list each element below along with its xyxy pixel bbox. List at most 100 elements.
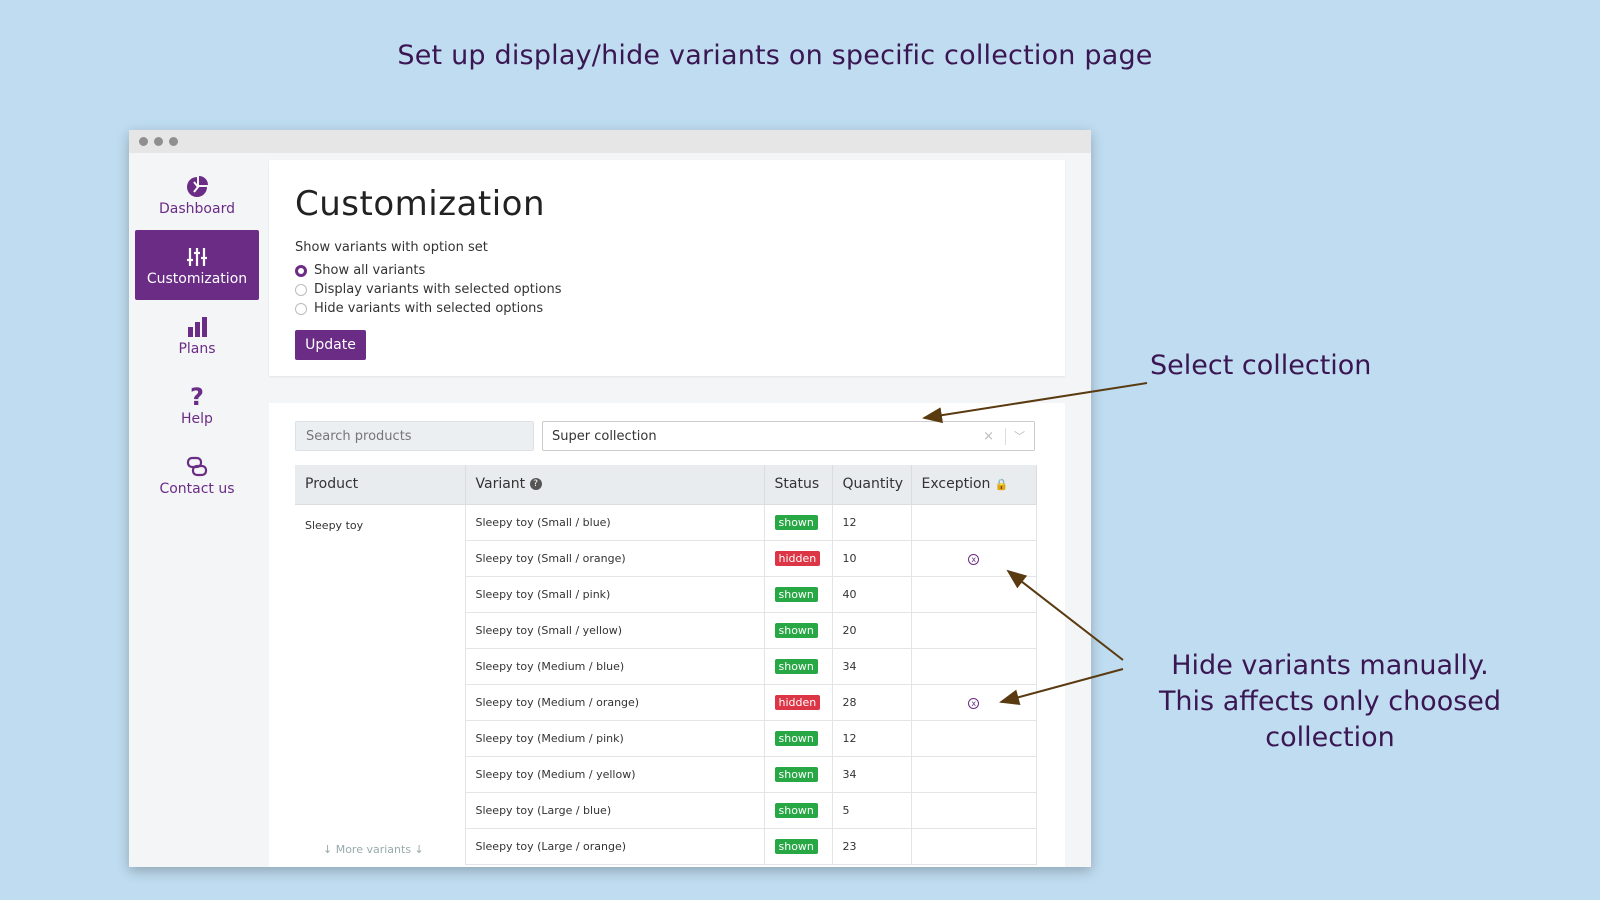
status-cell: shown <box>764 756 833 793</box>
status-cell: shown <box>764 828 833 865</box>
collection-select-value: Super collection <box>552 428 657 444</box>
variant-cell: Sleepy toy (Medium / orange) <box>465 684 765 721</box>
variant-cell: Sleepy toy (Small / pink) <box>465 576 765 613</box>
status-badge: shown <box>774 514 818 530</box>
update-button[interactable]: Update <box>295 330 366 360</box>
sidebar-item-dashboard[interactable]: Dashboard <box>135 160 259 230</box>
quantity-cell: 40 <box>832 576 912 613</box>
clear-icon[interactable]: × <box>983 429 994 444</box>
callout-line: Hide variants manually. <box>1171 650 1489 681</box>
status-cell: hidden <box>764 540 833 577</box>
exception-cell[interactable]: x <box>911 684 1037 721</box>
quantity-cell: 12 <box>832 504 912 541</box>
sidebar-item-contact[interactable]: Contact us <box>135 440 259 510</box>
sidebar-item-customization[interactable]: Customization <box>135 230 259 300</box>
option-radio-group: Show all variants Display variants with … <box>295 261 561 318</box>
sliders-icon <box>186 243 208 271</box>
quantity-cell: 23 <box>832 828 912 865</box>
status-badge: shown <box>774 730 818 746</box>
customization-card: Customization Show variants with option … <box>269 160 1065 376</box>
product-name: Sleepy toy <box>305 518 364 532</box>
bar-chart-icon <box>186 313 208 341</box>
table-row: Sleepy toy ↓ More variants ↓ Sleepy toy (S… <box>295 504 1037 864</box>
window-dot <box>154 137 163 146</box>
header-variant: Variant ? <box>465 465 765 505</box>
variant-cell: Sleepy toy (Medium / yellow) <box>465 756 765 793</box>
status-badge: shown <box>774 622 818 638</box>
exception-cell[interactable]: x <box>911 540 1037 577</box>
remove-exception-icon[interactable]: x <box>968 553 980 565</box>
header-variant-label: Variant <box>475 476 526 493</box>
pie-chart-icon <box>186 173 208 201</box>
status-cell: shown <box>764 504 833 541</box>
option-set-label: Show variants with option set <box>295 240 488 255</box>
radio-button[interactable] <box>295 302 307 315</box>
help-icon[interactable]: ? <box>529 478 542 491</box>
status-badge: shown <box>774 802 818 818</box>
header-status: Status <box>764 465 833 505</box>
header-quantity: Quantity <box>832 465 912 505</box>
select-separator <box>1005 428 1006 445</box>
exception-cell[interactable] <box>911 504 1037 541</box>
variants-card: Super collection × ﹀ Product Variant ? S… <box>269 403 1065 867</box>
status-cell: hidden <box>764 684 833 721</box>
exception-cell[interactable] <box>911 828 1037 865</box>
status-badge: shown <box>774 586 818 602</box>
header-exception: Exception 🔒 <box>911 465 1037 505</box>
sidebar: Dashboard Customization Plans ? Help Con… <box>135 160 259 510</box>
question-icon: ? <box>190 383 204 411</box>
page-title: Customization <box>295 184 546 224</box>
exception-cell[interactable] <box>911 648 1037 685</box>
search-input[interactable] <box>295 421 534 451</box>
radio-button[interactable] <box>295 264 307 277</box>
status-badge: hidden <box>774 694 821 710</box>
quantity-cell: 34 <box>832 756 912 793</box>
status-badge: shown <box>774 766 818 782</box>
status-cell: shown <box>764 612 833 649</box>
variant-cell: Sleepy toy (Large / blue) <box>465 792 765 829</box>
variant-cell: Sleepy toy (Small / yellow) <box>465 612 765 649</box>
radio-label: Show all variants <box>314 263 426 278</box>
lock-icon: 🔒 <box>994 478 1009 492</box>
sidebar-item-label: Plans <box>178 341 216 357</box>
status-cell: shown <box>764 648 833 685</box>
quantity-cell: 20 <box>832 612 912 649</box>
header-product: Product <box>295 465 466 505</box>
sidebar-item-help[interactable]: ? Help <box>135 370 259 440</box>
radio-display-selected[interactable]: Display variants with selected options <box>295 280 561 299</box>
status-badge: shown <box>774 838 818 854</box>
sidebar-item-label: Help <box>181 411 213 427</box>
radio-hide-selected[interactable]: Hide variants with selected options <box>295 299 561 318</box>
exception-cell[interactable] <box>911 576 1037 613</box>
headline: Set up display/hide variants on specific… <box>397 40 1153 71</box>
exception-cell[interactable] <box>911 612 1037 649</box>
status-cell: shown <box>764 576 833 613</box>
chevron-down-icon[interactable]: ﹀ <box>1014 428 1025 444</box>
quantity-cell: 28 <box>832 684 912 721</box>
radio-label: Display variants with selected options <box>314 282 562 297</box>
variants-table: Product Variant ? Status Quantity Except… <box>295 465 1037 865</box>
product-cell: Sleepy toy ↓ More variants ↓ <box>295 504 466 864</box>
status-badge: hidden <box>774 550 821 566</box>
exception-cell[interactable] <box>911 720 1037 757</box>
exception-cell[interactable] <box>911 792 1037 829</box>
collection-select[interactable]: Super collection × ﹀ <box>542 421 1035 451</box>
window-dot <box>139 137 148 146</box>
status-cell: shown <box>764 792 833 829</box>
chat-icon <box>186 453 208 481</box>
quantity-cell: 10 <box>832 540 912 577</box>
variant-cell: Sleepy toy (Medium / blue) <box>465 648 765 685</box>
header-exception-label: Exception <box>921 476 991 493</box>
status-cell: shown <box>764 720 833 757</box>
sidebar-item-label: Dashboard <box>159 201 235 217</box>
quantity-cell: 12 <box>832 720 912 757</box>
radio-show-all[interactable]: Show all variants <box>295 261 561 280</box>
exception-cell[interactable] <box>911 756 1037 793</box>
status-badge: shown <box>774 658 818 674</box>
more-variants-link[interactable]: ↓ More variants ↓ <box>323 843 424 856</box>
remove-exception-icon[interactable]: x <box>968 697 980 709</box>
callout-hide-variants: Hide variants manually. This affects onl… <box>1110 648 1550 756</box>
radio-button[interactable] <box>295 283 307 296</box>
sidebar-item-plans[interactable]: Plans <box>135 300 259 370</box>
table-header-row: Product Variant ? Status Quantity Except… <box>295 465 1037 505</box>
